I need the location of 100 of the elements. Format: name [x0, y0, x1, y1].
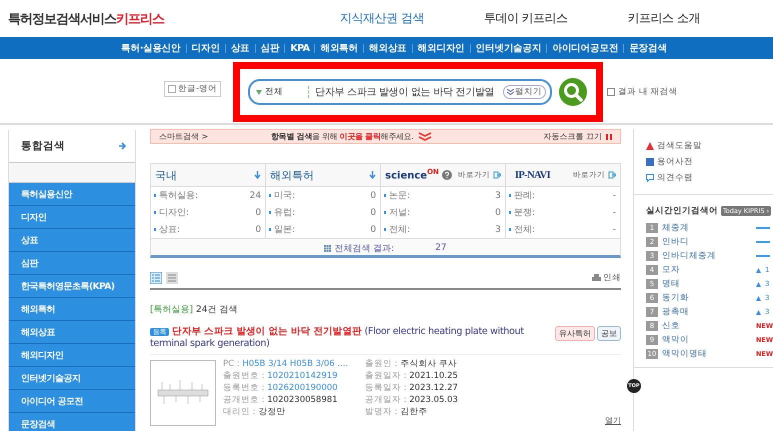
chevron-down-icon — [418, 132, 432, 141]
count-value: 3 — [495, 224, 501, 234]
up-arrow-icon — [756, 296, 761, 300]
open-link[interactable]: 열기 — [604, 415, 621, 426]
service-logo[interactable]: science$^{ON}$ — [385, 168, 439, 182]
popular-term-link[interactable]: 모자 — [662, 264, 752, 276]
popular-term-link[interactable]: 인바디체중계 — [662, 250, 752, 262]
nav-link[interactable]: 해외디자인 — [412, 42, 470, 54]
sidebar-item[interactable]: 디자인 — [9, 206, 135, 229]
site-logo[interactable]: 특허정보검색서비스키프리스 — [8, 10, 308, 28]
result-action-button[interactable]: 유사특허 — [554, 326, 595, 341]
popular-term-link[interactable]: 액막이명태 — [662, 348, 752, 360]
nav-link[interactable]: 아이디어공모전 — [547, 42, 624, 54]
count-label[interactable]: 디자인: — [158, 206, 190, 219]
count-value: 0 — [495, 208, 501, 218]
count-value: 0 — [255, 224, 262, 234]
count-value: 0 — [370, 224, 376, 234]
sidebar-item[interactable]: 심판 — [9, 252, 135, 275]
top-menu-tab[interactable]: 지식재산권 검색 — [340, 10, 424, 27]
field-row-text: 대리인 : 강정만 — [222, 406, 286, 418]
unfold-button[interactable]: 펼치기 — [503, 85, 546, 99]
field-row-text: 발명자 : 김한주 — [364, 406, 428, 418]
field-row-text: 출원번호 : 1020210142919 — [222, 370, 339, 382]
column-title: 해외특허 — [270, 168, 316, 182]
autoscroll-off-link[interactable]: 자동스크롤 끄기 — [543, 131, 602, 142]
count-label[interactable]: 특허실용: — [158, 189, 198, 202]
up-arrow-icon — [756, 268, 761, 272]
popular-term-link[interactable]: 동기화 — [662, 292, 752, 304]
up-arrow-icon — [756, 282, 761, 286]
service-logo[interactable]: IP-NAVI — [510, 170, 556, 180]
popular-term-link[interactable]: 광촉매 — [662, 306, 752, 318]
top-menu-tab[interactable]: 투데이 키프리스 — [484, 10, 568, 27]
result-category: [특허실용] — [150, 305, 194, 315]
sidebar-item[interactable]: 해외상표 — [9, 321, 135, 344]
result-count: 24건 검색 — [196, 305, 238, 315]
search-field[interactable]: 전체 단자부 스파크 발생이 없는 바닥 전기발열 펼치기 — [248, 79, 552, 105]
pause-icon — [606, 134, 612, 140]
language-toggle-button[interactable]: 한글-영어 — [164, 81, 222, 97]
scope-dropdown[interactable]: 전체 — [256, 86, 310, 98]
count-label[interactable]: 분쟁: — [514, 206, 535, 219]
sidebar-item[interactable]: 문장검색 — [9, 413, 135, 431]
count-label[interactable]: 상표: — [158, 223, 180, 236]
nav-link[interactable]: 심판 — [256, 42, 284, 54]
count-label[interactable]: 유럽: — [274, 206, 296, 219]
help-link[interactable]: 검색도움말 — [646, 140, 773, 152]
popular-searches-title: 실시간인기검색어 — [646, 205, 718, 217]
nav-link[interactable]: 해외특허 — [315, 42, 363, 54]
nav-link[interactable]: 특허·실용신안 — [116, 42, 186, 54]
sidebar-item[interactable]: 해외특허 — [9, 298, 135, 321]
popular-term-link[interactable]: 인바디 — [662, 236, 752, 248]
arrow-down-icon[interactable] — [369, 171, 376, 179]
result-action-button[interactable]: 공보 — [596, 326, 621, 341]
sidebar-item[interactable]: 특허실용신안 — [9, 183, 135, 206]
nav-link[interactable]: KPA — [285, 42, 314, 54]
nav-link[interactable]: 인터넷기술공지 — [470, 42, 546, 54]
printer-icon — [592, 274, 601, 282]
field-row-text: 출원인 : 주식회사 쿠사 — [364, 358, 458, 370]
count-label[interactable]: 일본: — [274, 223, 296, 236]
smart-search-message: 항목별 검색을 위해 이곳을 클릭해주세요. — [270, 131, 414, 142]
count-value: - — [612, 224, 616, 234]
help-link[interactable]: 용어사전 — [646, 156, 773, 168]
count-label[interactable]: 미국: — [274, 189, 296, 202]
popular-term-link[interactable]: 체중계 — [662, 222, 752, 234]
count-label[interactable]: 저널: — [389, 206, 410, 219]
count-label[interactable]: 전체: — [389, 223, 410, 236]
patent-drawing-thumbnail[interactable] — [150, 360, 216, 426]
count-value: - — [612, 208, 616, 218]
nav-link[interactable]: 상표 — [226, 42, 255, 54]
nav-link[interactable]: 해외상표 — [364, 42, 412, 54]
print-button[interactable]: 인쇄 — [592, 272, 621, 284]
nav-link[interactable]: 디자인 — [186, 42, 225, 54]
sidebar-item[interactable]: 한국특허영문초록(KPA) — [9, 275, 135, 298]
arrow-down-icon[interactable] — [254, 171, 262, 179]
help-link[interactable]: 의견수렴 — [646, 172, 773, 184]
list-view-icon[interactable] — [166, 272, 178, 284]
caret-icon — [256, 90, 262, 94]
search-button[interactable] — [558, 77, 588, 107]
count-label[interactable]: 전체: — [514, 223, 535, 236]
count-label[interactable]: 논문: — [389, 189, 410, 202]
smart-search-label: 스마트검색 > — [158, 131, 210, 142]
count-label[interactable]: 판례: — [514, 189, 535, 202]
help-icon[interactable] — [442, 170, 452, 180]
grid-icon — [324, 244, 332, 252]
popular-term-link[interactable]: 신호 — [662, 320, 752, 332]
popular-term-link[interactable]: 명태 — [662, 278, 752, 290]
count-value: 0 — [255, 208, 262, 218]
nav-link[interactable]: 문장검색 — [624, 42, 672, 54]
popular-term-link[interactable]: 액막이 — [662, 334, 752, 346]
sidebar-item[interactable]: 상표 — [9, 229, 135, 252]
top-menu-tab[interactable]: 키프리스 소개 — [628, 10, 700, 27]
rescan-checkbox[interactable]: 결과 내 재검색 — [607, 86, 678, 98]
sidebar-item[interactable]: 아이디어 공모전 — [9, 390, 135, 413]
detail-view-icon[interactable] — [150, 272, 162, 284]
up-arrow-icon — [756, 310, 761, 314]
field-row-text: 등록번호 : 1026200190000 — [222, 382, 339, 394]
sidebar-item[interactable]: 해외디자인 — [9, 344, 135, 367]
smart-search-bar[interactable]: 스마트검색 > 항목별 검색을 위해 이곳을 클릭해주세요. 자동스크롤 끄기 — [150, 129, 621, 144]
total-value: 27 — [435, 243, 447, 253]
sidebar-item[interactable]: 인터넷기술공지 — [9, 367, 135, 390]
external-link-icon — [608, 171, 616, 179]
